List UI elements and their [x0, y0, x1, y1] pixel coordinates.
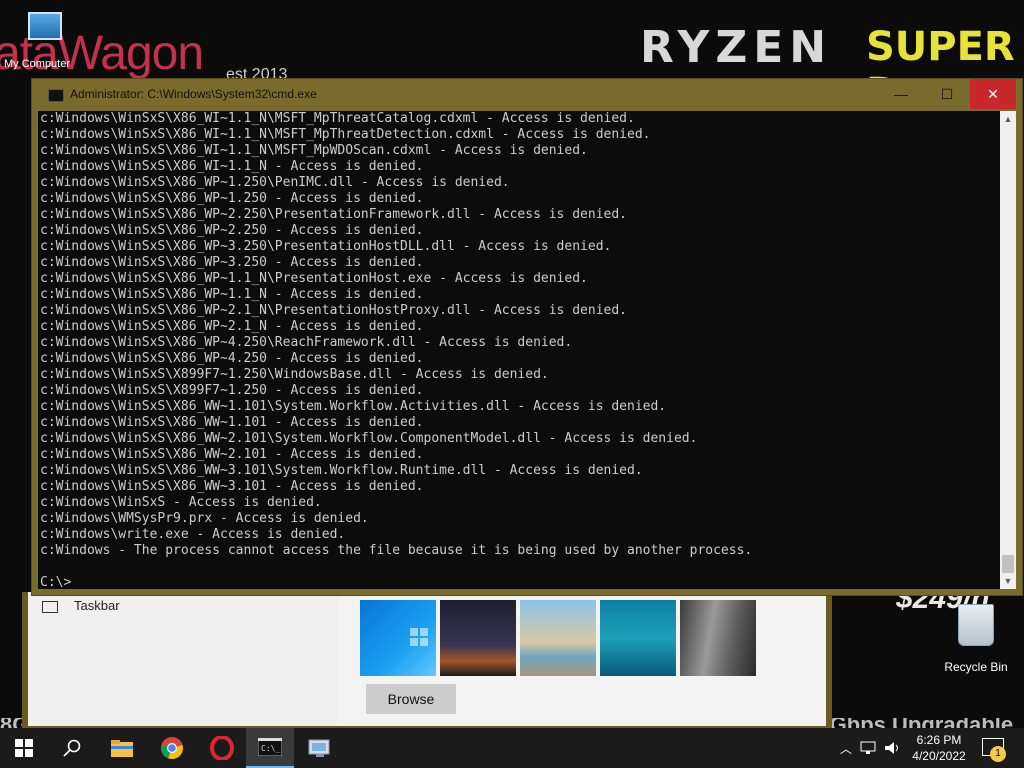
windows-logo-icon [410, 628, 428, 646]
thumbnail-night-sky[interactable] [440, 600, 516, 676]
close-button[interactable]: ✕ [970, 79, 1016, 109]
thumbnail-windows-blue[interactable] [360, 600, 436, 676]
taskbar: C:\_ ︿ 6:26 PM 4/20/2022 1 [0, 728, 1024, 768]
control-panel-button[interactable] [296, 728, 344, 768]
clock[interactable]: 6:26 PM 4/20/2022 [904, 732, 974, 764]
taskbar-nav-icon [42, 600, 58, 613]
opera-icon [210, 736, 234, 760]
network-icon[interactable] [860, 741, 878, 755]
svg-text:C:\_: C:\_ [261, 744, 280, 753]
console-line: c:Windows\write.exe - Access is denied. [40, 527, 346, 542]
console-line: c:Windows\WinSxS\X86_WP~3.250\Presentati… [40, 239, 612, 254]
console-line: c:Windows\WinSxS\X86_WP~4.250\ReachFrame… [40, 335, 573, 350]
maximize-button[interactable]: ☐ [924, 79, 970, 109]
file-explorer-button[interactable] [98, 728, 146, 768]
console-text: c:Windows\WinSxS\X86_WI~1.1_N\MSFT_MpThr… [38, 111, 1000, 589]
recycle-bin-label: Recycle Bin [944, 660, 1008, 674]
wallpaper-ryzen: RYZEN [640, 22, 833, 73]
console-line: c:Windows\WinSxS\X86_WP~1.250 - Access i… [40, 191, 424, 206]
search-button[interactable] [48, 728, 96, 768]
console-output[interactable]: c:Windows\WinSxS\X86_WI~1.1_N\MSFT_MpThr… [38, 111, 1000, 589]
console-line: c:Windows\WinSxS\X86_WP~3.250 - Access i… [40, 255, 424, 270]
thumbnail-rock-cliff[interactable] [680, 600, 756, 676]
scroll-up-icon[interactable]: ▲ [1000, 111, 1016, 127]
settings-nav: Taskbar [28, 592, 338, 726]
clock-time: 6:26 PM [916, 733, 962, 747]
scroll-thumb[interactable] [1002, 555, 1014, 573]
console-line: c:Windows\WinSxS\X86_WW~2.101\System.Wor… [40, 431, 698, 446]
cmd-app-icon [48, 89, 64, 102]
opera-button[interactable] [198, 728, 246, 768]
scroll-down-icon[interactable]: ▼ [1000, 573, 1016, 589]
settings-window-behind: Taskbar Browse [22, 592, 832, 728]
tray-overflow-icon[interactable]: ︿ [840, 740, 852, 757]
recycle-bin[interactable]: Recycle Bin [940, 604, 1012, 674]
console-line: c:Windows\WinSxS\X86_WI~1.1_N - Access i… [40, 159, 424, 174]
console-line: c:Windows\WinSxS\X86_WW~2.101 - Access i… [40, 447, 424, 462]
console-line: c:Windows\WinSxS\X86_WI~1.1_N\MSFT_MpWDO… [40, 143, 588, 158]
clock-date: 4/20/2022 [912, 749, 966, 763]
windows-start-icon [15, 739, 33, 757]
cmd-taskbar-button[interactable]: C:\_ [246, 728, 294, 768]
cmd-titlebar[interactable]: Administrator: C:\Windows\System32\cmd.e… [32, 79, 1022, 109]
nav-item-taskbar[interactable]: Taskbar [42, 598, 120, 613]
notification-badge: 1 [990, 746, 1006, 762]
console-line: c:Windows\WinSxS\X86_WP~4.250 - Access i… [40, 351, 424, 366]
start-button[interactable] [0, 728, 48, 768]
console-line: c:Windows\WinSxS\X86_WP~2.1_N - Access i… [40, 319, 424, 334]
cmd-window[interactable]: Administrator: C:\Windows\System32\cmd.e… [31, 78, 1023, 596]
browse-button[interactable]: Browse [366, 684, 456, 714]
search-icon [63, 739, 81, 757]
console-line: c:Windows\WinSxS\X86_WP~2.250\Presentati… [40, 207, 627, 222]
console-line: c:Windows\WinSxS\X86_WP~2.1_N\Presentati… [40, 303, 627, 318]
console-line: c:Windows\WMSysPr9.prx - Access is denie… [40, 511, 369, 526]
console-line: c:Windows\WinSxS\X86_WI~1.1_N\MSFT_MpThr… [40, 111, 635, 126]
my-computer-label[interactable]: My Computer [4, 58, 70, 70]
console-line: c:Windows\WinSxS\X899F7~1.250 - Access i… [40, 383, 424, 398]
chrome-icon [160, 737, 183, 760]
console-line: c:Windows\WinSxS - Access is denied. [40, 495, 322, 510]
cmd-title: Administrator: C:\Windows\System32\cmd.e… [70, 87, 317, 101]
console-line: c:Windows\WinSxS\X86_WW~3.101 - Access i… [40, 479, 424, 494]
console-line: c:Windows\WinSxS\X86_WP~2.250 - Access i… [40, 223, 424, 238]
system-tray: ︿ [840, 728, 902, 768]
console-line: c:Windows - The process cannot access th… [40, 543, 753, 558]
minimize-button[interactable]: — [878, 79, 924, 109]
console-line: c:Windows\WinSxS\X86_WP~1.1_N\Presentati… [40, 271, 588, 286]
thumbnail-underwater[interactable] [600, 600, 676, 676]
control-panel-icon [308, 739, 330, 757]
desktop: ataWagon est 2013 RYZEN SUPER D $249/n 8… [0, 0, 1024, 728]
my-computer-icon[interactable] [28, 12, 62, 40]
chrome-button[interactable] [148, 728, 196, 768]
console-scrollbar[interactable]: ▲ ▼ [1000, 111, 1016, 589]
console-line: c:Windows\WinSxS\X86_WP~1.250\PenIMC.dll… [40, 175, 510, 190]
thumbnail-beach-rocks[interactable] [520, 600, 596, 676]
console-line: c:Windows\WinSxS\X86_WW~3.101\System.Wor… [40, 463, 643, 478]
console-line: c:Windows\WinSxS\X86_WW~1.101\System.Wor… [40, 399, 667, 414]
recycle-bin-icon [958, 604, 994, 646]
console-line: c:Windows\WinSxS\X86_WP~1.1_N - Access i… [40, 287, 424, 302]
file-explorer-icon [111, 740, 133, 757]
volume-icon[interactable] [884, 741, 902, 755]
console-line: c:Windows\WinSxS\X86_WW~1.101 - Access i… [40, 415, 424, 430]
console-line: C:\> [40, 575, 72, 589]
console-line: c:Windows\WinSxS\X86_WI~1.1_N\MSFT_MpThr… [40, 127, 651, 142]
cmd-icon: C:\_ [258, 738, 282, 756]
console-line: c:Windows\WinSxS\X899F7~1.250\WindowsBas… [40, 367, 549, 382]
